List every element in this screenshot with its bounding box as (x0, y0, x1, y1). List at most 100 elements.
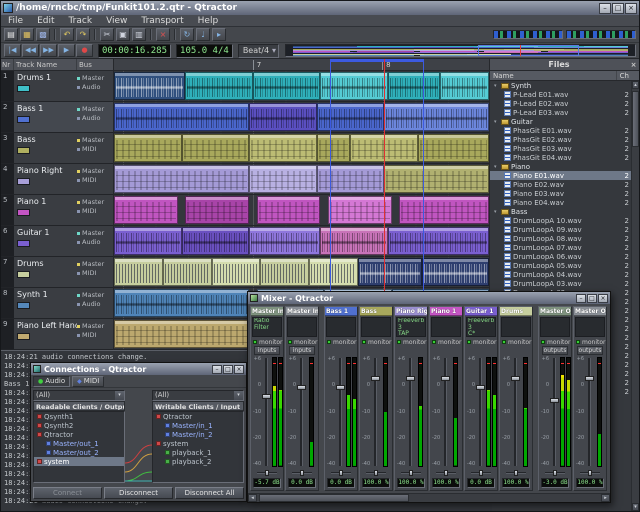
disconnect-button[interactable]: Disconnect (104, 487, 173, 499)
track-color-swatch[interactable] (17, 178, 30, 185)
pan-slider[interactable] (506, 469, 526, 477)
port-row[interactable]: Master/out_2 (34, 448, 124, 457)
file-row[interactable]: PhasGit E02.wav2 (490, 135, 639, 144)
track-color-swatch[interactable] (17, 271, 30, 278)
file-row[interactable]: Piano E03.wav2 (490, 189, 639, 198)
clip[interactable] (388, 72, 441, 100)
clip[interactable] (309, 258, 358, 286)
file-group-row[interactable]: ▾Piano (490, 162, 639, 171)
mixer-strip[interactable]: Master Outmonitoroutputs+60-10-20-40100.… (573, 306, 607, 491)
monitor-toggle[interactable]: monitor (395, 338, 427, 346)
clip[interactable] (317, 103, 385, 131)
expand-icon[interactable]: ▾ (494, 164, 499, 170)
record-button[interactable]: ● (76, 44, 93, 57)
pan-handle[interactable] (514, 470, 518, 476)
pan-slider[interactable] (436, 469, 456, 477)
connections-title-bar[interactable]: Connections - Qtractor –□× (31, 363, 246, 375)
maximize-button[interactable]: □ (223, 365, 233, 374)
plugin-list[interactable] (326, 317, 356, 337)
clip[interactable] (440, 72, 489, 100)
menu-edit[interactable]: Edit (30, 15, 61, 27)
monitor-toggle[interactable]: monitor (360, 338, 392, 346)
file-row[interactable]: DrumLoopA 03.wav2 (490, 279, 639, 288)
track-color-swatch[interactable] (17, 333, 30, 340)
track-row[interactable]: 6Guitar 1MasterAudio (1, 226, 113, 257)
mixer-strip[interactable]: Guitar 1Freeverb 3C* Phasermonitor.+60-1… (464, 306, 498, 491)
file-row[interactable]: DrumLoopA 09.wav2 (490, 225, 639, 234)
gain-fader[interactable] (511, 357, 520, 467)
fader-handle[interactable] (585, 376, 594, 381)
port-row[interactable]: Master/in_2 (153, 430, 243, 439)
pan-handle[interactable] (553, 470, 557, 476)
file-row[interactable]: Piano E02.wav2 (490, 180, 639, 189)
pan-handle[interactable] (300, 470, 304, 476)
file-row[interactable]: PhasGit E04.wav2 (490, 153, 639, 162)
file-row[interactable]: Piano E04.wav2 (490, 198, 639, 207)
clip[interactable] (185, 72, 253, 100)
mixer-title-bar[interactable]: Mixer - Qtractor –□× (248, 292, 610, 304)
track-lane[interactable] (114, 226, 489, 257)
fader-handle[interactable] (511, 376, 520, 381)
clip[interactable] (399, 196, 489, 224)
file-group-row[interactable]: ▾Bass (490, 207, 639, 216)
clip[interactable] (114, 289, 249, 317)
track-color-swatch[interactable] (17, 147, 30, 154)
clip[interactable] (114, 258, 163, 286)
gain-fader[interactable] (371, 357, 380, 467)
monitor-toggle[interactable]: monitor (251, 338, 283, 346)
clip[interactable] (212, 258, 261, 286)
copy-icon[interactable]: ▣ (116, 28, 130, 41)
file-row[interactable]: P-Lead E02.wav2 (490, 99, 639, 108)
fader-handle[interactable] (262, 394, 271, 399)
monitor-toggle[interactable]: monitor (574, 338, 606, 346)
loop-icon[interactable]: ↻ (180, 28, 194, 41)
clip[interactable] (317, 165, 385, 193)
pan-slider[interactable] (580, 469, 600, 477)
clip[interactable] (388, 227, 489, 255)
mixer-strip[interactable]: Drumsmonitor.+60-10-20-40100.0 % (499, 306, 533, 491)
forward-button[interactable]: ▶▶ (40, 44, 57, 57)
close-button[interactable]: × (234, 365, 244, 374)
play-button[interactable]: ▶ (58, 44, 75, 57)
files-column-ch[interactable]: Ch (617, 71, 639, 80)
plugin-list[interactable] (431, 317, 461, 337)
clip[interactable] (253, 72, 321, 100)
fader-handle[interactable] (441, 376, 450, 381)
mixer-scrollbar[interactable]: ◂ ▸ (248, 493, 610, 502)
pan-slider[interactable] (292, 469, 312, 477)
port-row[interactable]: Qsynth1 (34, 412, 124, 421)
clip[interactable] (317, 134, 351, 162)
rewind-start-button[interactable]: |◀ (4, 44, 21, 57)
file-group-row[interactable]: ▾Synth (490, 81, 639, 90)
minimize-button[interactable]: – (212, 365, 222, 374)
menu-file[interactable]: File (1, 15, 30, 27)
pan-slider[interactable] (471, 469, 491, 477)
file-group-row[interactable]: ▾Guitar (490, 117, 639, 126)
pan-slider[interactable] (331, 469, 351, 477)
mixer-strip[interactable]: Master Inmonitorinputs+60-10-20-400.0 dB (285, 306, 319, 491)
pan-handle[interactable] (265, 470, 269, 476)
clip[interactable] (257, 196, 321, 224)
plugin-list[interactable] (361, 317, 391, 337)
save-icon[interactable]: ▩ (36, 28, 50, 41)
file-row[interactable]: DrumLoopA 06.wav2 (490, 252, 639, 261)
undo-icon[interactable]: ↶ (60, 28, 74, 41)
files-header[interactable]: Files × (490, 59, 639, 71)
file-row[interactable]: DrumLoopA 10.wav2 (490, 216, 639, 225)
snap-selector[interactable]: Beat/4▾ (238, 44, 279, 58)
port-row[interactable]: Master/in_1 (153, 421, 243, 430)
mixer-strip[interactable]: Bassmonitor.+60-10-20-40100.0 % (359, 306, 393, 491)
fader-handle[interactable] (371, 376, 380, 381)
port-row[interactable]: playback_1 (153, 448, 243, 457)
expand-icon[interactable]: ▾ (494, 83, 499, 89)
remove-icon[interactable]: × (156, 28, 170, 41)
clip[interactable] (114, 165, 249, 193)
fader-handle[interactable] (297, 385, 306, 390)
port-row[interactable]: Master/out_1 (34, 439, 124, 448)
clip[interactable] (114, 134, 182, 162)
file-row[interactable]: DrumLoopA 08.wav2 (490, 234, 639, 243)
pan-handle[interactable] (479, 470, 483, 476)
file-row[interactable]: P-Lead E01.wav2 (490, 90, 639, 99)
pan-handle[interactable] (409, 470, 413, 476)
disconnect-all-button[interactable]: Disconnect All (175, 487, 244, 499)
